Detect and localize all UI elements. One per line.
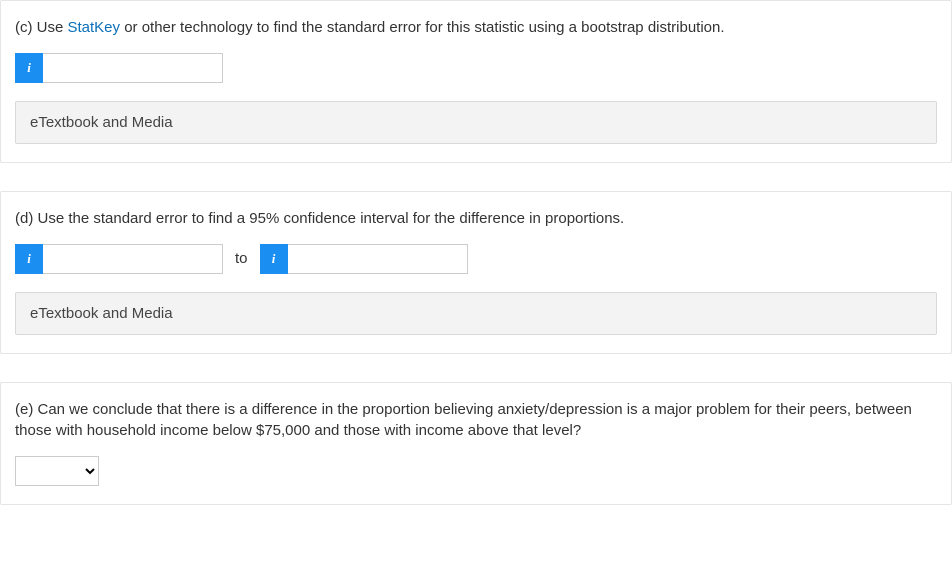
question-e-select[interactable] — [15, 456, 99, 486]
question-c: (c) Use StatKey or other technology to f… — [0, 0, 952, 163]
question-d-input-upper[interactable] — [288, 244, 468, 274]
range-separator: to — [223, 250, 260, 267]
statkey-link[interactable]: StatKey — [68, 19, 121, 36]
info-icon[interactable]: i — [15, 244, 43, 274]
question-c-prompt: (c) Use StatKey or other technology to f… — [15, 17, 937, 39]
question-d: (d) Use the standard error to find a 95%… — [0, 191, 952, 354]
question-c-input-row: i — [15, 53, 937, 83]
etextbook-media-button[interactable]: eTextbook and Media — [15, 292, 937, 335]
question-c-suffix: or other technology to find the standard… — [120, 19, 725, 36]
question-d-input-row: i to i — [15, 244, 937, 274]
question-c-prefix: (c) Use — [15, 19, 68, 36]
question-d-prompt: (d) Use the standard error to find a 95%… — [15, 208, 937, 230]
question-e-select-wrap — [15, 456, 937, 486]
info-icon[interactable]: i — [15, 53, 43, 83]
question-e: (e) Can we conclude that there is a diff… — [0, 382, 952, 506]
question-d-input-lower[interactable] — [43, 244, 223, 274]
info-icon[interactable]: i — [260, 244, 288, 274]
etextbook-media-button[interactable]: eTextbook and Media — [15, 101, 937, 144]
question-c-input[interactable] — [43, 53, 223, 83]
question-e-prompt: (e) Can we conclude that there is a diff… — [15, 399, 937, 443]
